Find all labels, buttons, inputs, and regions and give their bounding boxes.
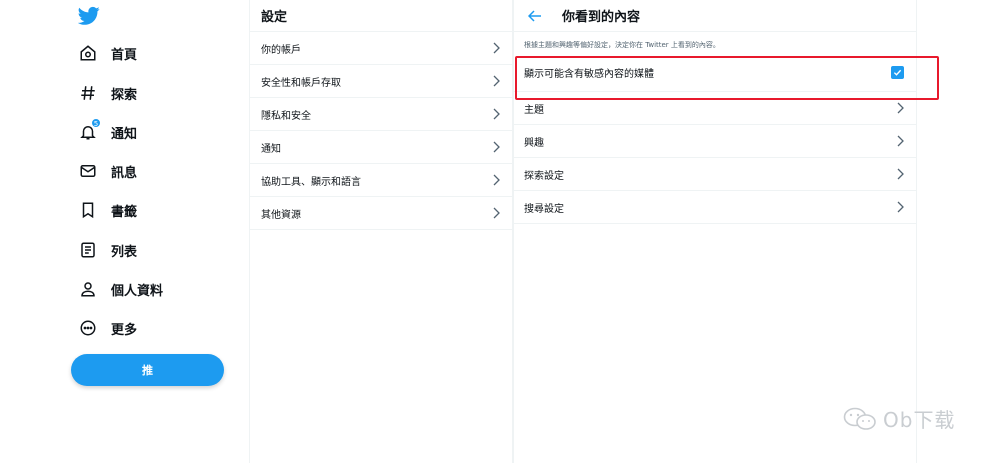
notification-badge: 5 [91, 118, 101, 128]
nav-label: 列表 [111, 244, 138, 260]
content-item-label: 興趣 [524, 137, 544, 149]
content-item-label: 主題 [524, 104, 544, 116]
settings-item-account[interactable]: 你的帳戶 [250, 32, 512, 65]
nav-label: 個人資料 [111, 283, 164, 299]
settings-item-accessibility[interactable]: 協助工具、顯示和語言 [250, 164, 512, 197]
nav-home[interactable]: 首頁 [78, 41, 137, 65]
settings-title: 設定 [250, 0, 512, 32]
nav-label: 書籤 [111, 204, 138, 220]
content-item-interests[interactable]: 興趣 [514, 125, 916, 158]
settings-item-label: 其他資源 [261, 209, 301, 221]
content-item-label: 搜尋設定 [524, 203, 564, 215]
chevron-right-icon [897, 168, 904, 180]
highlight-box [515, 56, 939, 100]
hashtag-icon [78, 83, 98, 103]
nav-notifications[interactable]: 5 通知 [78, 118, 138, 144]
nav-label: 訊息 [111, 165, 138, 181]
settings-item-label: 協助工具、顯示和語言 [261, 176, 361, 188]
content-header: 你看到的內容 [514, 0, 916, 32]
watermark-text: Ob下载 [883, 408, 956, 432]
bell-icon: 5 [78, 118, 101, 142]
settings-item-label: 安全性和帳戶存取 [261, 77, 341, 89]
nav-label: 探索 [111, 87, 138, 103]
settings-item-security[interactable]: 安全性和帳戶存取 [250, 65, 512, 98]
settings-item-label: 隱私和安全 [261, 110, 311, 122]
envelope-icon [78, 161, 98, 181]
bookmark-icon [78, 200, 98, 220]
back-arrow-icon[interactable] [528, 9, 542, 22]
content-item-label: 探索設定 [524, 170, 564, 182]
watermark: Ob下载 [843, 404, 955, 433]
settings-item-label: 通知 [261, 143, 281, 155]
page-title: 你看到的內容 [562, 10, 641, 25]
left-nav: 首頁 探索 5 通知 訊息 書籤 列表 個人資料 更多 推 [0, 0, 249, 463]
nav-profile[interactable]: 個人資料 [78, 277, 163, 301]
chevron-right-icon [493, 207, 500, 219]
nav-more[interactable]: 更多 [78, 316, 137, 340]
settings-item-resources[interactable]: 其他資源 [250, 197, 512, 230]
content-item-search-settings[interactable]: 搜尋設定 [514, 191, 916, 224]
tweet-button[interactable]: 推 [71, 354, 224, 386]
list-icon [78, 240, 98, 260]
nav-messages[interactable]: 訊息 [78, 159, 137, 183]
nav-label: 首頁 [111, 47, 138, 63]
more-icon [78, 318, 98, 338]
person-icon [78, 279, 98, 299]
chevron-right-icon [493, 108, 500, 120]
content-description: 根據主題和興趣等偏好設定，決定你在 Twitter 上看到的內容。 [524, 41, 720, 49]
settings-column: 設定 你的帳戶 安全性和帳戶存取 隱私和安全 通知 協助工具、顯示和語言 其他資… [249, 0, 513, 463]
nav-explore[interactable]: 探索 [78, 81, 137, 105]
nav-label: 通知 [111, 126, 138, 142]
twitter-logo-icon[interactable] [78, 6, 100, 26]
chevron-right-icon [493, 75, 500, 87]
settings-item-label: 你的帳戶 [261, 44, 301, 56]
home-icon [78, 43, 98, 63]
chevron-right-icon [897, 201, 904, 213]
settings-item-notifications[interactable]: 通知 [250, 131, 512, 164]
chevron-right-icon [897, 135, 904, 147]
chevron-right-icon [493, 42, 500, 54]
settings-item-privacy[interactable]: 隱私和安全 [250, 98, 512, 131]
chevron-right-icon [493, 174, 500, 186]
wechat-icon [843, 407, 876, 430]
nav-label: 更多 [111, 322, 138, 338]
nav-bookmarks[interactable]: 書籤 [78, 198, 137, 222]
chevron-right-icon [897, 102, 904, 114]
chevron-right-icon [493, 141, 500, 153]
nav-lists[interactable]: 列表 [78, 238, 137, 262]
content-item-explore-settings[interactable]: 探索設定 [514, 158, 916, 191]
